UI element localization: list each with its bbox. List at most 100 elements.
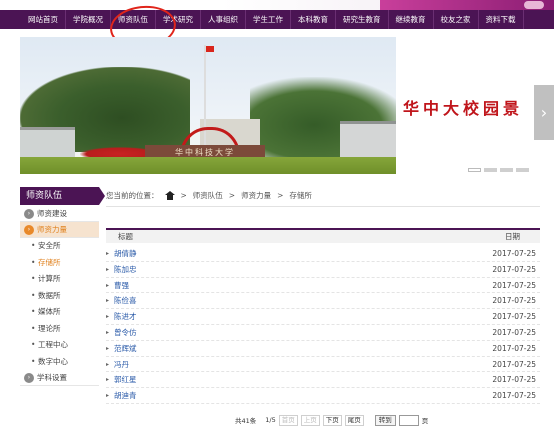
circle-arrow-icon: › [24, 225, 34, 235]
faculty-link[interactable]: 曹强 [114, 278, 129, 294]
item-date: 2017-07-25 [492, 264, 536, 274]
bullet-arrow-icon: ▸ [106, 360, 110, 368]
sidebar-subitem-media[interactable]: 媒体所 [20, 304, 99, 321]
faculty-link[interactable]: 陈加忠 [114, 262, 137, 278]
breadcrumb-sep: > [228, 190, 236, 200]
sidebar-subitem-engineering-center[interactable]: 工程中心 [20, 337, 99, 354]
banner-dot[interactable] [468, 168, 481, 172]
sidebar-item-label: 师资力量 [37, 225, 67, 234]
item-date: 2017-07-25 [492, 296, 536, 306]
bullet-arrow-icon: ▸ [106, 297, 110, 305]
breadcrumb: 您当前的位置： > 师资队伍 > 师资力量 > 存储所 [106, 189, 312, 201]
item-date: 2017-07-25 [492, 327, 536, 337]
list-item: ▸ 胡倩静 2017-07-25 [106, 246, 540, 262]
next-page-button[interactable]: 下页 [322, 414, 342, 426]
sidebar-item-label: 师资建设 [37, 209, 67, 218]
list-item: ▸ 陈俭喜 2017-07-25 [106, 293, 540, 310]
nav-downloads[interactable]: 资料下载 [479, 10, 524, 29]
main-nav: 网站首页 学院概况 师资队伍 学术研究 人事组织 学生工作 本科教育 研究生教育… [0, 10, 554, 29]
bullet-arrow-icon: ▸ [106, 392, 110, 400]
faculty-link[interactable]: 郭红星 [114, 372, 137, 388]
nav-continuing-ed[interactable]: 继续教育 [389, 10, 434, 29]
faculty-link[interactable]: 陈进才 [114, 309, 137, 325]
sidebar-subitem-digital-center[interactable]: 数字中心 [20, 354, 99, 371]
item-date: 2017-07-25 [492, 359, 536, 369]
circle-arrow-icon: › [24, 373, 34, 383]
home-icon[interactable] [164, 190, 175, 200]
faculty-link[interactable]: 范辉斌 [114, 341, 137, 357]
breadcrumb-item-faculty[interactable]: 师资队伍 [193, 190, 223, 201]
goto-button[interactable]: 转到 [374, 414, 396, 426]
sidebar-item-discipline[interactable]: › 学科设置 [20, 370, 99, 386]
sidebar-menu: › 师资建设 › 师资力量 安全所 存储所 计算所 数据所 媒体所 理论所 工程… [20, 206, 99, 386]
banner-dot[interactable] [500, 168, 513, 172]
circle-arrow-icon: › [24, 209, 34, 219]
bullet-arrow-icon: ▸ [106, 376, 110, 384]
campus-banner[interactable]: 华中科技大学 华中大校园景 › [20, 37, 554, 174]
banner-dot[interactable] [516, 168, 529, 172]
sidebar-title-arrow [99, 187, 105, 205]
sidebar-item-label: 学科设置 [37, 373, 67, 382]
breadcrumb-sep: > [277, 190, 284, 200]
column-header-date: 日期 [505, 232, 520, 241]
item-date: 2017-07-25 [492, 280, 536, 290]
faculty-list: ▸ 胡倩静 2017-07-25 ▸ 陈加忠 2017-07-25 ▸ 曹强 2017-07… [106, 246, 540, 404]
flag-icon [206, 46, 214, 52]
faculty-link[interactable]: 胡迪青 [114, 388, 137, 404]
header-decor-dot [524, 1, 544, 9]
nav-graduate[interactable]: 研究生教育 [336, 10, 389, 29]
table-header: 标题 日期 [106, 228, 540, 243]
breadcrumb-item-storage[interactable]: 存储所 [289, 190, 312, 201]
list-item: ▸ 范辉斌 2017-07-25 [106, 341, 540, 357]
faculty-link[interactable]: 冯丹 [114, 357, 129, 373]
bullet-arrow-icon: ▸ [106, 265, 110, 273]
bullet-arrow-icon: ▸ [106, 328, 110, 336]
nav-undergraduate[interactable]: 本科教育 [291, 10, 336, 29]
sidebar-subitem-security[interactable]: 安全所 [20, 238, 99, 255]
list-item: ▸ 陈进才 2017-07-25 [106, 309, 540, 325]
banner-building-right [340, 121, 400, 157]
first-page-button[interactable]: 首页 [278, 414, 298, 426]
bullet-arrow-icon: ▸ [106, 313, 110, 321]
breadcrumb-item-strength[interactable]: 师资力量 [241, 190, 271, 201]
nav-home[interactable]: 网站首页 [0, 10, 66, 29]
nav-student-affairs[interactable]: 学生工作 [246, 10, 291, 29]
list-item: ▸ 曹强 2017-07-25 [106, 278, 540, 294]
sidebar-subitem-storage[interactable]: 存储所 [20, 255, 99, 272]
faculty-link[interactable]: 曾令仿 [114, 325, 137, 341]
breadcrumb-sep: > [180, 190, 187, 200]
item-date: 2017-07-25 [492, 343, 536, 353]
page-number-input[interactable] [398, 414, 419, 426]
breadcrumb-divider [106, 206, 540, 207]
sidebar-subitem-data[interactable]: 数据所 [20, 288, 99, 305]
nav-alumni[interactable]: 校友之家 [434, 10, 479, 29]
list-item: ▸ 陈加忠 2017-07-25 [106, 262, 540, 278]
banner-building-left [20, 127, 75, 157]
list-item: ▸ 胡迪青 2017-07-25 [106, 388, 540, 404]
banner-pagination [468, 168, 529, 172]
sidebar-item-faculty-strength[interactable]: › 师资力量 [20, 222, 99, 238]
bullet-arrow-icon: ▸ [106, 281, 110, 289]
faculty-link[interactable]: 胡倩静 [114, 246, 137, 262]
banner-next-button[interactable]: › [534, 85, 554, 140]
prev-page-button[interactable]: 上页 [300, 414, 320, 426]
bullet-arrow-icon: ▸ [106, 250, 110, 257]
nav-personnel[interactable]: 人事组织 [201, 10, 246, 29]
nav-research[interactable]: 学术研究 [156, 10, 201, 29]
sidebar-subitem-theory[interactable]: 理论所 [20, 321, 99, 338]
list-item: ▸ 冯丹 2017-07-25 [106, 357, 540, 373]
banner-title: 华中大校园景 [403, 99, 524, 118]
pagination: 共41条 1/5 首页 上页 下页 尾页 转到 页 [235, 414, 428, 426]
column-header-title: 标题 [118, 232, 133, 241]
breadcrumb-prefix: 您当前的位置： [106, 190, 159, 200]
sidebar-subitem-computing[interactable]: 计算所 [20, 271, 99, 288]
last-page-button[interactable]: 尾页 [344, 414, 364, 426]
nav-college-overview[interactable]: 学院概况 [66, 10, 111, 29]
sidebar-item-faculty-building[interactable]: › 师资建设 [20, 206, 99, 222]
faculty-link[interactable]: 陈俭喜 [114, 293, 137, 309]
pagination-total: 共41条 [235, 417, 257, 425]
banner-lawn [20, 157, 400, 174]
banner-dot[interactable] [484, 168, 497, 172]
bullet-arrow-icon: ▸ [106, 344, 110, 352]
nav-faculty[interactable]: 师资队伍 [111, 10, 156, 29]
